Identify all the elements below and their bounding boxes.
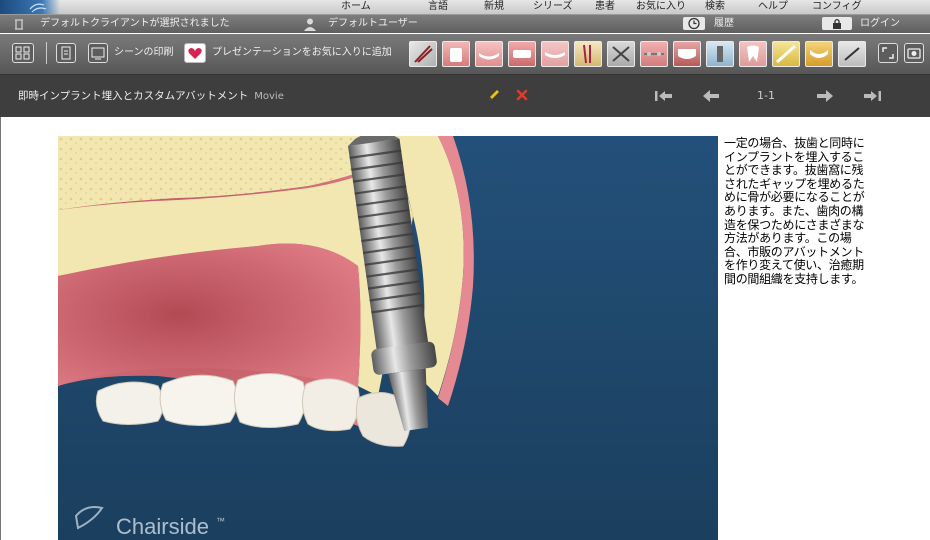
add-favorite-label[interactable]: プレゼンテーションをお気に入りに追加 [212, 43, 392, 63]
client-status: デフォルトクライアントが選択されました [40, 18, 230, 29]
content-left-border [0, 117, 1, 540]
nav-language[interactable]: 言語 [428, 0, 448, 14]
category-thumb-prevention[interactable] [805, 41, 833, 67]
category-thumb-root[interactable] [574, 41, 602, 67]
implant-icon [717, 46, 723, 62]
category-thumb-smile[interactable] [475, 41, 503, 67]
implant-illustration: Chairside ™ [58, 136, 718, 540]
user-icon [304, 18, 316, 31]
client-icon [15, 19, 23, 30]
nav-home[interactable]: ホーム [341, 0, 371, 14]
nav-config[interactable]: コンフィグ [812, 0, 862, 14]
info-button[interactable] [56, 43, 76, 63]
app-logo [0, 0, 60, 14]
top-navigation: ホーム 言語 新規 シリーズ 患者 お気に入り 検索 ヘルプ コンフィグ [0, 0, 930, 15]
toolbar-divider [46, 42, 47, 64]
scene-description: 一定の場合、抜歯と同時にインプラントを埋入することができます。抜歯窩に残されたギ… [724, 136, 865, 286]
fullscreen-button[interactable] [878, 43, 898, 63]
toolbar: シーンの印刷 プレゼンテーションをお気に入りに追加 [0, 34, 930, 75]
login-label[interactable]: ログイン [860, 15, 900, 33]
brush-icon [776, 44, 796, 64]
lock-icon [833, 18, 841, 29]
camera-button[interactable] [904, 43, 924, 63]
category-thumb-veneers[interactable] [541, 41, 569, 67]
edit-icon[interactable] [487, 88, 501, 102]
media-type-label: Movie [254, 91, 284, 102]
trademark-symbol: ™ [216, 516, 225, 526]
category-thumb-hygiene[interactable] [772, 41, 800, 67]
nav-search[interactable]: 検索 [705, 0, 725, 14]
next-page-icon[interactable] [816, 89, 834, 103]
forceps-icon [612, 46, 630, 62]
content-area: Chairside ™ 一定の場合、抜歯と同時にインプラントを埋入することができ… [0, 117, 930, 540]
history-button[interactable] [683, 17, 705, 30]
clock-icon [688, 17, 700, 30]
crown-icon [450, 48, 462, 62]
print-button[interactable] [88, 43, 108, 63]
document-icon [61, 46, 71, 60]
nav-series[interactable]: シリーズ [533, 0, 573, 14]
nav-patient[interactable]: 患者 [595, 0, 615, 14]
monitor-icon [91, 47, 105, 60]
page-counter: 1-1 [757, 89, 775, 102]
smile-icon [545, 52, 565, 58]
presentation-titlebar: 即時インプラント埋入とカスタムアバットメント Movie 1-1 [0, 75, 930, 117]
teeth-icon [479, 53, 499, 60]
presentation-title: 即時インプラント埋入とカスタムアバットメント Movie [18, 75, 284, 118]
category-thumb-whitening[interactable] [739, 41, 767, 67]
nav-favorites[interactable]: お気に入り [636, 0, 686, 14]
delete-icon[interactable] [516, 89, 528, 101]
prev-page-icon[interactable] [702, 89, 720, 103]
root-icon [583, 44, 591, 64]
bridge-icon [513, 50, 531, 58]
instrument-icon [414, 45, 433, 63]
category-thumb-xray[interactable] [838, 41, 866, 67]
category-thumb-instruments[interactable] [409, 41, 437, 67]
expand-icon [882, 47, 894, 59]
category-thumb-bridge[interactable] [508, 41, 536, 67]
gum-icon [678, 49, 696, 59]
fit-screen-button[interactable] [12, 43, 34, 63]
tool-icon [844, 47, 860, 61]
user-name: デフォルトユーザー [328, 18, 418, 29]
category-thumb-extraction[interactable] [607, 41, 635, 67]
grid-icon [15, 46, 30, 60]
logo-icon [29, 3, 47, 13]
watermark-text: Chairside [116, 514, 209, 539]
category-thumb-implant[interactable] [706, 41, 734, 67]
shield-icon [810, 50, 828, 58]
nav-help[interactable]: ヘルプ [758, 0, 788, 14]
presentation-title-text: 即時インプラント埋入とカスタムアバットメント [18, 90, 249, 102]
tooth-icon [747, 45, 759, 62]
last-page-icon[interactable] [862, 89, 882, 103]
category-thumb-crown[interactable] [442, 41, 470, 67]
braces-icon [644, 52, 664, 56]
login-button[interactable] [822, 17, 852, 30]
category-thumb-braces[interactable] [640, 41, 668, 67]
favorite-button[interactable] [184, 43, 206, 63]
first-page-icon[interactable] [654, 89, 674, 103]
nav-new[interactable]: 新規 [484, 0, 504, 14]
movie-player[interactable]: Chairside ™ [58, 136, 718, 540]
category-thumb-periodontal[interactable] [673, 41, 701, 67]
heart-icon [188, 48, 202, 59]
print-scene-label[interactable]: シーンの印刷 [114, 43, 174, 63]
history-label[interactable]: 履歴 [714, 15, 734, 33]
status-bar: デフォルトクライアントが選択されました デフォルトユーザー 履歴 ログイン [0, 15, 930, 33]
camera-icon [907, 48, 921, 59]
